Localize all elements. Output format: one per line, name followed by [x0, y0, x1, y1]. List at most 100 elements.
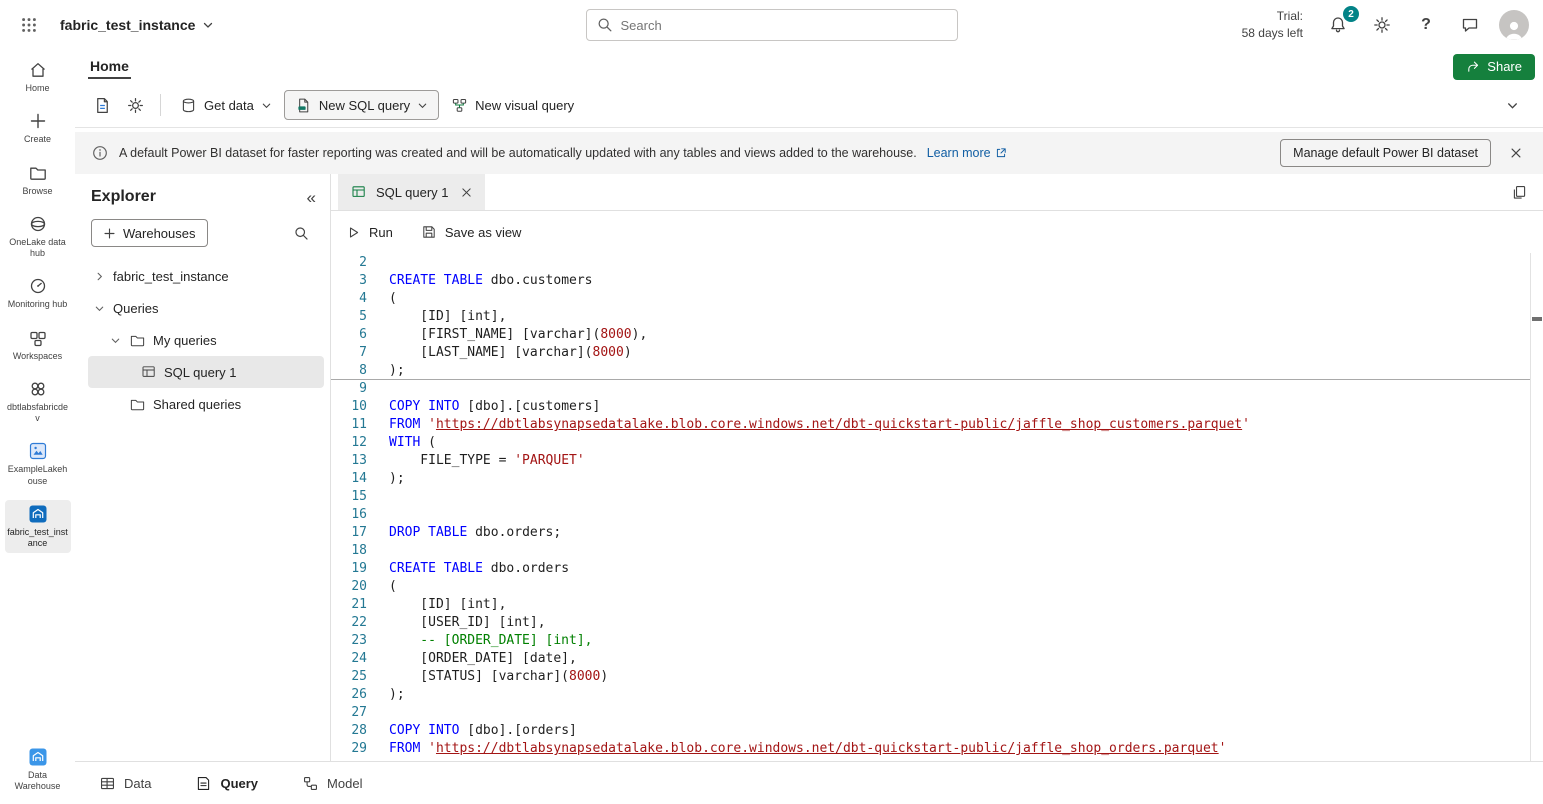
workspace-switcher[interactable]: fabric_test_instance: [60, 17, 214, 33]
code-line[interactable]: 18: [331, 542, 1543, 560]
code-line[interactable]: 2: [331, 254, 1543, 272]
rail-item-monitoring-hub[interactable]: Monitoring hub: [5, 272, 71, 314]
explorer-search-button[interactable]: [286, 218, 316, 248]
rail-item-examplelakehouse[interactable]: ExampleLakehouse: [5, 437, 71, 491]
code-line[interactable]: 12WITH (: [331, 434, 1543, 452]
settings-button[interactable]: [1367, 10, 1397, 40]
line-number: 8: [331, 362, 367, 379]
code-line[interactable]: 9: [331, 380, 1543, 398]
tab-query[interactable]: Query: [195, 775, 258, 792]
avatar[interactable]: [1499, 10, 1529, 40]
play-icon: [346, 225, 361, 240]
code-line[interactable]: 10COPY INTO [dbo].[customers]: [331, 398, 1543, 416]
code-text: [ORDER_DATE] [date],: [367, 650, 577, 668]
tree-item-my-queries[interactable]: My queries: [88, 324, 324, 356]
rail-item-onelake-data-hub[interactable]: OneLake data hub: [5, 210, 71, 264]
copy-query-button[interactable]: [1504, 177, 1534, 207]
tree-item-shared-queries[interactable]: Shared queries: [88, 388, 324, 420]
code-text: );: [367, 362, 405, 379]
code-line[interactable]: 11FROM 'https://dbtlabsynapsedatalake.bl…: [331, 416, 1543, 434]
save-as-view-icon: [421, 224, 437, 240]
top-bar: fabric_test_instance Trial: 58 days left…: [0, 0, 1543, 50]
code-line[interactable]: 5 [ID] [int],: [331, 308, 1543, 326]
code-line[interactable]: 14);: [331, 470, 1543, 488]
rail-item-label: Home: [25, 83, 49, 94]
learn-more-link[interactable]: Learn more: [927, 146, 1007, 160]
code-line[interactable]: 26);: [331, 686, 1543, 704]
save-as-view-button[interactable]: Save as view: [421, 224, 522, 240]
plus-icon: [28, 111, 48, 131]
code-line[interactable]: 7 [LAST_NAME] [varchar](8000): [331, 344, 1543, 362]
global-search: [586, 9, 958, 41]
code-text: [367, 542, 389, 560]
editor-scrollbar[interactable]: [1530, 253, 1543, 761]
monitoring-icon: [28, 276, 48, 296]
new-sql-query-button[interactable]: New SQL query: [284, 90, 439, 120]
share-button[interactable]: Share: [1453, 54, 1535, 80]
code-line[interactable]: 15: [331, 488, 1543, 506]
code-line[interactable]: 3CREATE TABLE dbo.customers: [331, 272, 1543, 290]
tree-item-queries[interactable]: Queries: [88, 292, 324, 324]
code-text: [367, 506, 389, 524]
rail-item-fabric-test-instance[interactable]: fabric_test_instance: [5, 500, 71, 554]
line-number: 6: [331, 326, 367, 344]
rail-item-browse[interactable]: Browse: [5, 159, 71, 201]
query-settings-button[interactable]: [120, 90, 150, 120]
line-number: 16: [331, 506, 367, 524]
tab-home[interactable]: Home: [88, 55, 131, 79]
code-line[interactable]: 23 -- [ORDER_DATE] [int],: [331, 632, 1543, 650]
rail-item-home[interactable]: Home: [5, 56, 71, 98]
manage-default-dataset-button[interactable]: Manage default Power BI dataset: [1280, 139, 1491, 167]
get-data-button[interactable]: Get data: [171, 90, 281, 120]
search-input[interactable]: [586, 9, 958, 41]
help-button[interactable]: ?: [1411, 10, 1441, 40]
code-text: );: [367, 470, 405, 488]
code-line[interactable]: 28COPY INTO [dbo].[orders]: [331, 722, 1543, 740]
bottom-tab-bar: Data Query Model: [75, 761, 1543, 804]
explorer-collapse-button[interactable]: «: [307, 189, 316, 206]
code-line[interactable]: 8);: [331, 362, 1543, 380]
rail-item-create[interactable]: Create: [5, 107, 71, 149]
rail-item-dbtlabsfabricdev[interactable]: dbtlabsfabricdev: [5, 375, 71, 429]
code-line[interactable]: 16: [331, 506, 1543, 524]
collapse-toolbar-button[interactable]: [1497, 90, 1527, 120]
rail-item-data-warehouse[interactable]: Data Warehouse: [5, 743, 71, 797]
folder-icon: [129, 332, 146, 349]
notifications-button[interactable]: 2: [1323, 10, 1353, 40]
banner-close-button[interactable]: [1501, 138, 1531, 168]
code-line[interactable]: 25 [STATUS] [varchar](8000): [331, 668, 1543, 686]
sql-code-editor[interactable]: 23CREATE TABLE dbo.customers4(5 [ID] [in…: [331, 253, 1543, 761]
add-warehouses-button[interactable]: Warehouses: [91, 219, 208, 247]
onelake-icon: [28, 214, 48, 234]
tab-sql-query-1[interactable]: SQL query 1: [338, 174, 485, 210]
tab-model[interactable]: Model: [302, 775, 362, 792]
code-line[interactable]: 17DROP TABLE dbo.orders;: [331, 524, 1543, 542]
feedback-button[interactable]: [1455, 10, 1485, 40]
warehouses-label: Warehouses: [123, 226, 196, 241]
close-tab-button[interactable]: [458, 184, 475, 201]
rail-item-workspaces[interactable]: Workspaces: [5, 324, 71, 366]
code-line[interactable]: 29FROM 'https://dbtlabsynapsedatalake.bl…: [331, 740, 1543, 758]
run-button[interactable]: Run: [346, 225, 393, 240]
tree-item-sql-query-1[interactable]: SQL query 1: [88, 356, 324, 388]
new-item-button[interactable]: [87, 90, 117, 120]
code-line[interactable]: 13 FILE_TYPE = 'PARQUET': [331, 452, 1543, 470]
code-line[interactable]: 21 [ID] [int],: [331, 596, 1543, 614]
tab-data[interactable]: Data: [99, 775, 151, 792]
lakehouse-icon: [28, 441, 48, 461]
code-line[interactable]: 19CREATE TABLE dbo.orders: [331, 560, 1543, 578]
code-line[interactable]: 24 [ORDER_DATE] [date],: [331, 650, 1543, 668]
workspace-icon: [28, 379, 48, 399]
new-visual-query-button[interactable]: New visual query: [442, 90, 583, 120]
code-line[interactable]: 6 [FIRST_NAME] [varchar](8000),: [331, 326, 1543, 344]
code-line[interactable]: 4(: [331, 290, 1543, 308]
waffle-menu-button[interactable]: [14, 10, 44, 40]
code-line[interactable]: 27: [331, 704, 1543, 722]
tree-item-warehouse[interactable]: fabric_test_instance: [88, 260, 324, 292]
rail-item-label: Create: [24, 134, 51, 145]
info-banner: A default Power BI dataset for faster re…: [75, 132, 1543, 174]
code-line[interactable]: 20(: [331, 578, 1543, 596]
code-text: CREATE TABLE dbo.customers: [367, 272, 593, 290]
plus-icon: [103, 227, 116, 240]
code-line[interactable]: 22 [USER_ID] [int],: [331, 614, 1543, 632]
